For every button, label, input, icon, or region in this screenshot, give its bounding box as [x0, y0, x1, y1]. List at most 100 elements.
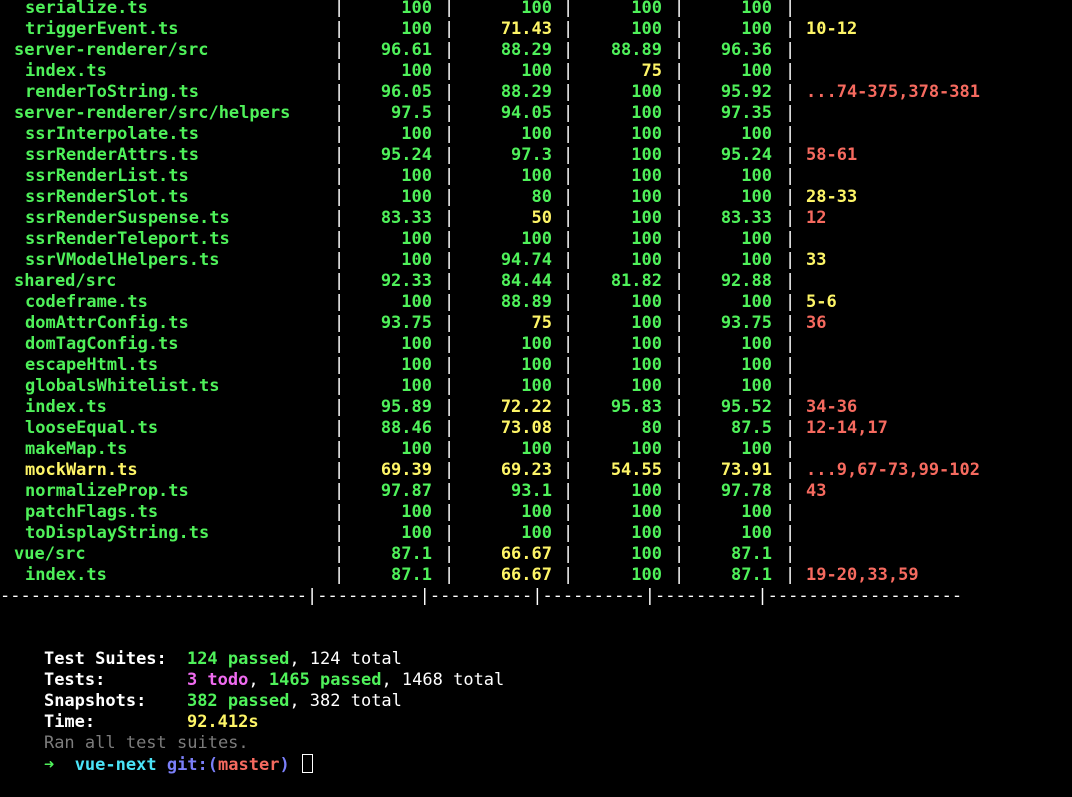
funcs-value: 100: [631, 187, 662, 207]
column-separator: |: [785, 355, 796, 375]
table-row: ssrRenderAttrs.ts | | | | | 95.24 97.3 100 95.24 5…: [0, 145, 1072, 166]
lines-value: 87.1: [731, 565, 772, 585]
terminal-cursor[interactable]: [301, 754, 313, 773]
branch-value: 66.67: [500, 565, 552, 585]
funcs-value: 100: [631, 481, 662, 501]
branch-value: 100: [521, 523, 552, 543]
funcs-value: 100: [631, 313, 662, 333]
uncovered-lines: 19-20,33,59: [806, 565, 919, 585]
stmts-value: 96.05: [380, 82, 432, 102]
table-row: codeframe.ts | | | | | 100 88.89 100 100 5-6: [0, 292, 1072, 313]
branch-value: 84.44: [500, 271, 552, 291]
file-name: ssrRenderList.ts: [25, 166, 189, 186]
table-row: domAttrConfig.ts | | | | | 93.75 75 100 93.75 36: [0, 313, 1072, 334]
table-row: shared/src | | | | | 92.33 84.44 81.82 92.88: [0, 271, 1072, 292]
lines-value: 100: [741, 376, 772, 396]
table-divider: ------------------------------|---------…: [0, 586, 963, 606]
stmts-value: 69.39: [380, 460, 432, 480]
column-separator: |: [785, 166, 796, 186]
uncovered-lines: 5-6: [806, 292, 837, 312]
file-name: mockWarn.ts: [25, 460, 138, 480]
funcs-value: 100: [631, 334, 662, 354]
uncovered-lines: 58-61: [806, 145, 858, 165]
column-separator: |: [785, 418, 796, 438]
table-row: server-renderer/src/helpers | | | | | 97.5 94.0…: [0, 103, 1072, 124]
table-row: ssrRenderSlot.ts | | | | | 100 80 100 100 28-33: [0, 187, 1072, 208]
branch-value: 75: [531, 313, 552, 333]
column-separator: |: [785, 544, 796, 564]
branch-value: 50: [531, 208, 552, 228]
lines-value: 87.1: [731, 544, 772, 564]
file-name: serialize.ts: [25, 0, 148, 18]
stmts-value: 95.24: [380, 145, 432, 165]
lines-value: 100: [741, 0, 772, 18]
stmts-value: 93.75: [380, 313, 432, 333]
file-name: escapeHtml.ts: [25, 355, 159, 375]
test-summary: Test Suites: 124 passed, 124 total Tests:…: [3, 628, 1063, 775]
stmts-value: 83.33: [380, 208, 432, 228]
funcs-value: 100: [631, 355, 662, 375]
lines-value: 100: [741, 250, 772, 270]
branch-value: 100: [521, 124, 552, 144]
stmts-value: 100: [401, 229, 432, 249]
column-separator: |: [785, 229, 796, 249]
funcs-value: 100: [631, 145, 662, 165]
stmts-value: 87.1: [391, 565, 432, 585]
uncovered-lines: 28-33: [806, 187, 858, 207]
funcs-value: 100: [631, 0, 662, 18]
stmts-value: 97.5: [391, 103, 432, 123]
prompt-arrow-icon: ➜: [43, 755, 55, 775]
branch-value: 71.43: [500, 19, 552, 39]
file-name: normalizeProp.ts: [25, 481, 189, 501]
lines-value: 100: [741, 61, 772, 81]
table-row: mockWarn.ts | | | | | 69.39 69.23 54.55 73.91 ...9…: [0, 460, 1072, 481]
table-row: index.ts | | | | | 87.1 66.67 100 87.1 19-20,33,59: [0, 565, 1072, 586]
stmts-value: 100: [401, 0, 432, 18]
lines-value: 97.35: [720, 103, 772, 123]
funcs-value: 75: [641, 61, 662, 81]
column-separator: |: [785, 19, 796, 39]
stmts-value: 92.33: [380, 271, 432, 291]
branch-value: 88.29: [500, 40, 552, 60]
shell-prompt[interactable]: ➜ vue-next git:(master): [3, 733, 1063, 775]
funcs-value: 100: [631, 544, 662, 564]
uncovered-lines: 10-12: [806, 19, 858, 39]
funcs-value: 100: [631, 376, 662, 396]
lines-value: 87.5: [731, 418, 772, 438]
table-row: patchFlags.ts | | | | | 100 100 100 100: [0, 502, 1072, 523]
file-name: ssrRenderTeleport.ts: [25, 229, 230, 249]
stmts-value: 100: [401, 61, 432, 81]
column-separator: |: [785, 460, 796, 480]
branch-value: 93.1: [511, 481, 552, 501]
file-name: patchFlags.ts: [25, 502, 159, 522]
funcs-value: 100: [631, 439, 662, 459]
file-name: index.ts: [25, 61, 107, 81]
uncovered-lines: 12: [806, 208, 827, 228]
lines-value: 100: [741, 502, 772, 522]
terminal-window[interactable]: serialize.ts | | | | | 100 100 100 100 triggerEven…: [0, 0, 1072, 607]
branch-value: 80: [531, 187, 552, 207]
prompt-git-prefix: git:(: [166, 755, 219, 775]
branch-value: 88.29: [500, 82, 552, 102]
file-name: ssrVModelHelpers.ts: [25, 250, 220, 270]
column-separator: |: [785, 565, 796, 585]
lines-value: 95.92: [720, 82, 772, 102]
file-name: globalsWhitelist.ts: [25, 376, 220, 396]
column-separator: |: [785, 61, 796, 81]
funcs-value: 100: [631, 124, 662, 144]
uncovered-lines: ...9,67-73,99-102: [806, 460, 980, 480]
file-name: codeframe.ts: [25, 292, 148, 312]
stmts-value: 97.87: [380, 481, 432, 501]
column-separator: |: [785, 124, 796, 144]
stmts-value: 88.46: [380, 418, 432, 438]
uncovered-lines: 34-36: [806, 397, 858, 417]
table-row: escapeHtml.ts | | | | | 100 100 100 100: [0, 355, 1072, 376]
lines-value: 95.52: [720, 397, 772, 417]
column-separator: |: [785, 103, 796, 123]
column-separator: |: [785, 40, 796, 60]
stmts-value: 100: [401, 19, 432, 39]
coverage-table: serialize.ts | | | | | 100 100 100 100 triggerEven…: [0, 0, 1072, 586]
file-name: renderToString.ts: [25, 82, 199, 102]
table-row: makeMap.ts | | | | | 100 100 100 100: [0, 439, 1072, 460]
lines-value: 100: [741, 523, 772, 543]
